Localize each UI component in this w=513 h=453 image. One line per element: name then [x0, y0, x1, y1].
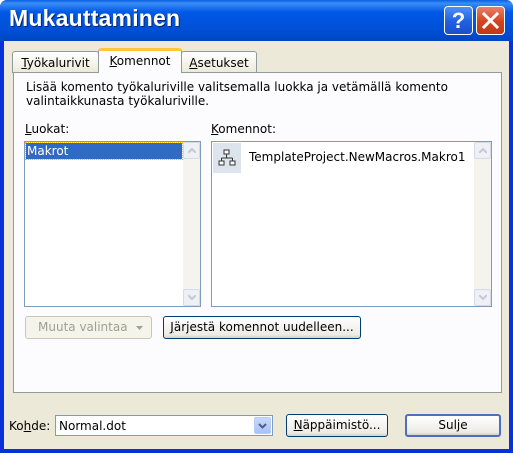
scroll-down-button[interactable] — [474, 289, 491, 306]
target-select[interactable]: Normal.dot — [55, 415, 273, 436]
commands-label: Komennot: — [211, 122, 276, 136]
scroll-down-button[interactable] — [183, 289, 200, 306]
target-dropdown-button[interactable] — [254, 417, 271, 434]
commands-list[interactable]: TemplateProject.NewMacros.Makro1 — [211, 141, 492, 307]
keyboard-label: äppäimistö... — [302, 418, 381, 432]
window-frame-bottom — [0, 449, 513, 453]
window-title: Mukauttaminen — [9, 5, 181, 31]
chevron-up-icon — [188, 148, 196, 153]
command-icon-cell — [213, 143, 241, 173]
macro-icon — [218, 149, 236, 166]
dropdown-arrow-icon — [136, 326, 143, 330]
close-button[interactable] — [476, 6, 505, 35]
categories-label-text: uokat: — [31, 122, 70, 136]
chevron-down-icon — [479, 295, 487, 300]
customize-dialog: Mukauttaminen ? Työkalurivit Komennot As… — [0, 0, 513, 453]
target-label: Kohde: — [9, 419, 50, 433]
chevron-down-icon — [188, 295, 196, 300]
categories-scrollbar[interactable] — [183, 142, 200, 306]
categories-label: Luokat: — [25, 122, 69, 136]
commands-label-text: omennot: — [218, 122, 276, 136]
tab-commands[interactable]: Komennot — [98, 48, 182, 73]
chevron-down-icon — [258, 423, 267, 429]
category-item-makrot[interactable]: Makrot — [25, 142, 183, 160]
scroll-up-button[interactable] — [183, 142, 200, 159]
title-bar[interactable]: Mukauttaminen ? — [0, 0, 513, 41]
tab-commands-label: omennot — [116, 54, 171, 68]
tab-options-label: setukset — [197, 56, 249, 70]
commands-scrollbar[interactable] — [474, 142, 491, 306]
instruction-text: Lisää komento työkaluriville valitsemall… — [26, 80, 448, 108]
rearrange-commands-button[interactable]: Järjestä komennot uudelleen... — [163, 316, 361, 339]
help-button[interactable]: ? — [444, 6, 473, 35]
target-label-pre: Ko — [9, 419, 24, 433]
keyboard-mnemonic: N — [293, 418, 303, 432]
tab-options[interactable]: Asetukset — [181, 51, 257, 73]
tab-toolbars-label: yökalurivit — [26, 56, 90, 70]
modify-selection-label: Muuta valintaa — [38, 320, 128, 334]
commands-panel: Lisää komento työkaluriville valitsemall… — [13, 72, 502, 393]
categories-list[interactable]: Makrot — [24, 141, 201, 307]
close-dialog-button[interactable]: Sulje — [405, 414, 501, 437]
command-label: TemplateProject.NewMacros.Makro1 — [249, 150, 466, 164]
modify-selection-button[interactable]: Muuta valintaa — [25, 316, 152, 339]
tab-commands-mnemonic: K — [109, 54, 117, 68]
rearrange-label: ärjestä komennot uudelleen... — [173, 320, 354, 334]
chevron-up-icon — [479, 148, 487, 153]
tab-toolbars[interactable]: Työkalurivit — [12, 51, 99, 73]
dialog-body: Työkalurivit Komennot Asetukset Lisää ko… — [4, 41, 509, 449]
close-icon — [481, 11, 500, 30]
keyboard-button[interactable]: Näppäimistö... — [286, 414, 388, 437]
scroll-up-button[interactable] — [474, 142, 491, 159]
command-item[interactable]: TemplateProject.NewMacros.Makro1 — [213, 143, 474, 173]
target-value: Normal.dot — [59, 419, 126, 433]
target-label-post: de: — [31, 419, 51, 433]
